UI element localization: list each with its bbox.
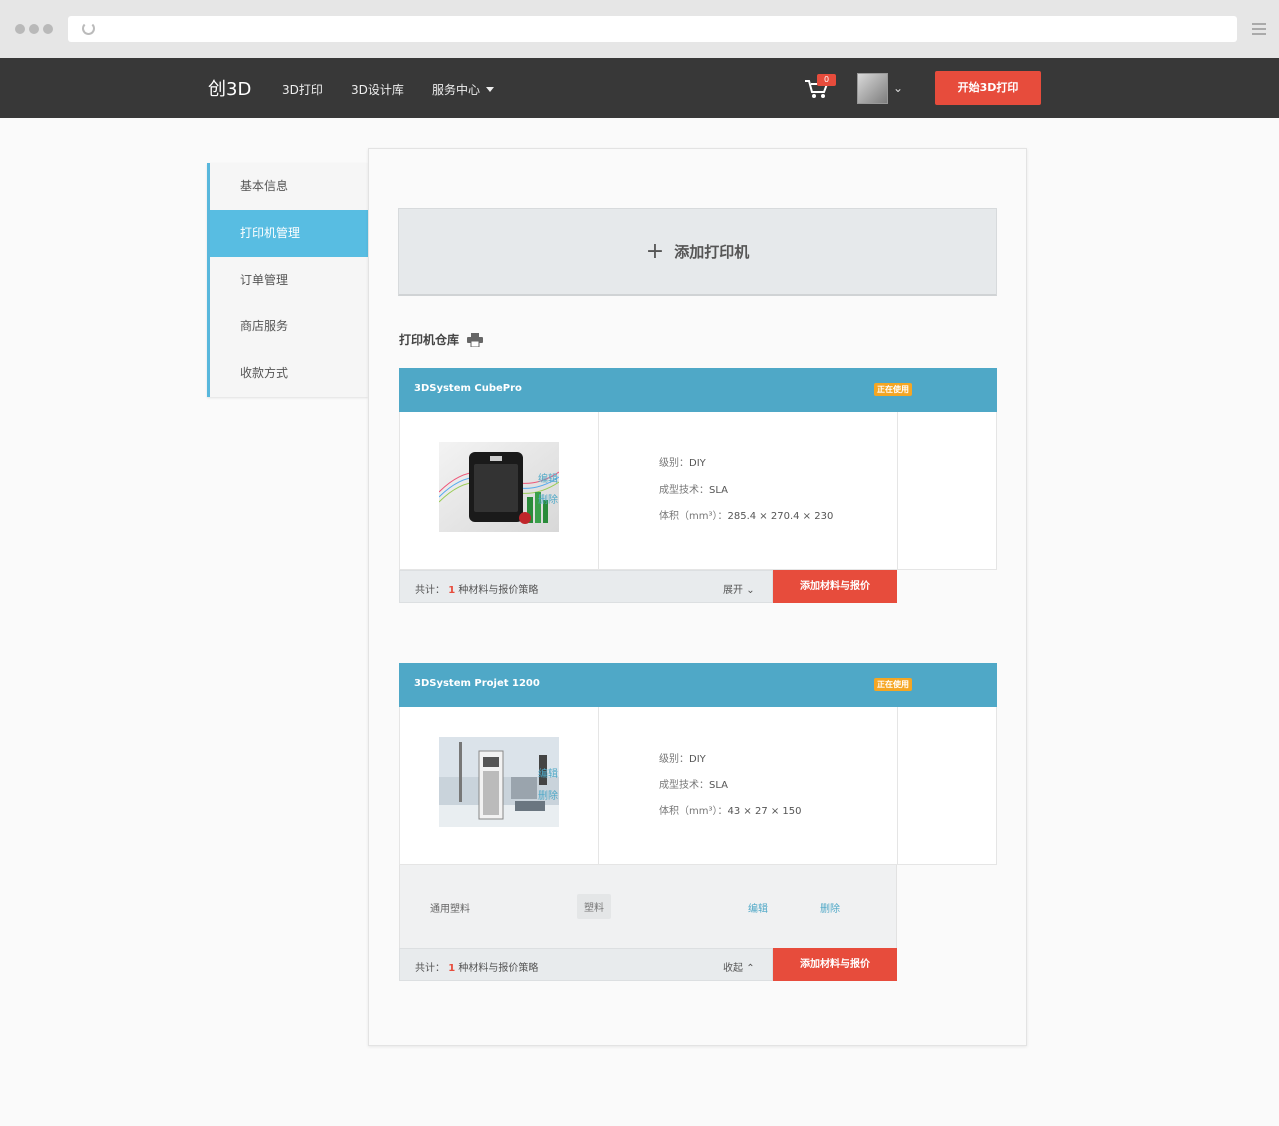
add-printer-label: 添加打印机 — [674, 243, 750, 261]
printer-image — [439, 442, 559, 532]
printer-card-header: 3DSystem CubePro 正在使用 — [399, 368, 997, 412]
sidebar: 基本信息 打印机管理 订单管理 商店服务 收款方式 — [207, 163, 368, 397]
printer-actions-cell — [897, 707, 997, 865]
spec-level: 级别：DIY — [659, 754, 706, 765]
printer-image-cell — [400, 412, 599, 570]
sidebar-item-basic-info[interactable]: 基本信息 — [210, 163, 368, 210]
plus-icon: + — [645, 239, 665, 264]
section-title-text: 打印机仓库 — [399, 333, 460, 347]
material-tag: 塑料 — [577, 894, 611, 919]
material-name: 通用塑料 — [430, 904, 470, 915]
printer-card-footer: 共计： 1 种材料与报价策略 收起 ⌃ — [399, 948, 773, 981]
material-row: 通用塑料 塑料 编辑 删除 — [399, 865, 897, 949]
status-badge: 正在使用 — [874, 383, 912, 396]
sidebar-item-order-management[interactable]: 订单管理 — [210, 257, 368, 304]
delete-material-link[interactable]: 删除 — [820, 900, 840, 915]
spec-technology: 成型技术：SLA — [659, 485, 728, 496]
avatar[interactable] — [857, 73, 888, 104]
status-badge: 正在使用 — [874, 678, 912, 691]
window-controls — [15, 24, 53, 34]
nav-service-center-label: 服务中心 — [432, 83, 481, 97]
spec-volume: 体积（mm³）：43 × 27 × 150 — [659, 806, 802, 817]
printer-card-header: 3DSystem Projet 1200 正在使用 — [399, 663, 997, 707]
cart-count-badge: 0 — [817, 74, 836, 86]
delete-printer-link[interactable]: 删除 — [538, 491, 558, 506]
spec-technology: 成型技术：SLA — [659, 780, 728, 791]
sidebar-item-payment-method[interactable]: 收款方式 — [210, 350, 368, 397]
printer-card-footer: 共计： 1 种材料与报价策略 展开 ⌄ — [399, 570, 773, 603]
printer-name: 3DSystem Projet 1200 — [414, 678, 540, 689]
edit-printer-link[interactable]: 编辑 — [538, 765, 558, 780]
delete-printer-link[interactable]: 删除 — [538, 787, 558, 802]
caret-down-icon — [486, 87, 495, 92]
printer-card-body: 级别：DIY 成型技术：SLA 体积（mm³）：285.4 × 270.4 × … — [399, 412, 997, 570]
printer-image — [439, 737, 559, 827]
edit-material-link[interactable]: 编辑 — [748, 900, 768, 915]
collapse-toggle[interactable]: 收起 ⌃ — [723, 959, 755, 974]
nav-service-center[interactable]: 服务中心 — [432, 81, 495, 98]
printer-card-body: 级别：DIY 成型技术：SLA 体积（mm³）：43 × 27 × 150 — [399, 707, 997, 865]
spec-volume: 体积（mm³）：285.4 × 270.4 × 230 — [659, 511, 834, 522]
sidebar-item-printer-management[interactable]: 打印机管理 — [210, 209, 368, 257]
material-summary: 共计： 1 种材料与报价策略 — [415, 963, 539, 974]
add-material-button[interactable]: 添加材料与报价 — [773, 948, 897, 981]
app-header: 创3D 3D打印 3D设计库 服务中心 — [0, 58, 1279, 118]
reload-icon[interactable] — [82, 22, 95, 35]
add-material-button[interactable]: 添加材料与报价 — [773, 570, 897, 603]
logo[interactable]: 创3D — [208, 75, 251, 101]
sidebar-item-store-service[interactable]: 商店服务 — [210, 303, 368, 350]
section-title: 打印机仓库 — [399, 331, 484, 348]
chevron-double-down-icon: ⌄ — [746, 585, 755, 596]
address-bar[interactable] — [68, 16, 1237, 42]
material-summary: 共计： 1 种材料与报价策略 — [415, 585, 539, 596]
hamburger-menu-icon[interactable] — [1252, 23, 1266, 38]
browser-chrome — [0, 0, 1279, 58]
nav-design-library[interactable]: 3D设计库 — [351, 81, 404, 98]
add-printer-button[interactable]: + 添加打印机 — [398, 208, 997, 296]
chevron-double-up-icon: ⌃ — [746, 963, 755, 974]
chevron-down-icon[interactable]: ⌄ — [893, 81, 903, 95]
start-3d-print-button[interactable]: 开始3D打印 — [935, 71, 1041, 105]
edit-printer-link[interactable]: 编辑 — [538, 470, 558, 485]
expand-toggle[interactable]: 展开 ⌄ — [723, 581, 755, 596]
printer-name: 3DSystem CubePro — [414, 383, 522, 394]
printer-actions-cell — [897, 412, 997, 570]
nav-3d-print[interactable]: 3D打印 — [282, 81, 323, 98]
printer-image-cell — [400, 707, 599, 865]
printer-icon — [467, 332, 484, 347]
spec-level: 级别：DIY — [659, 458, 706, 469]
